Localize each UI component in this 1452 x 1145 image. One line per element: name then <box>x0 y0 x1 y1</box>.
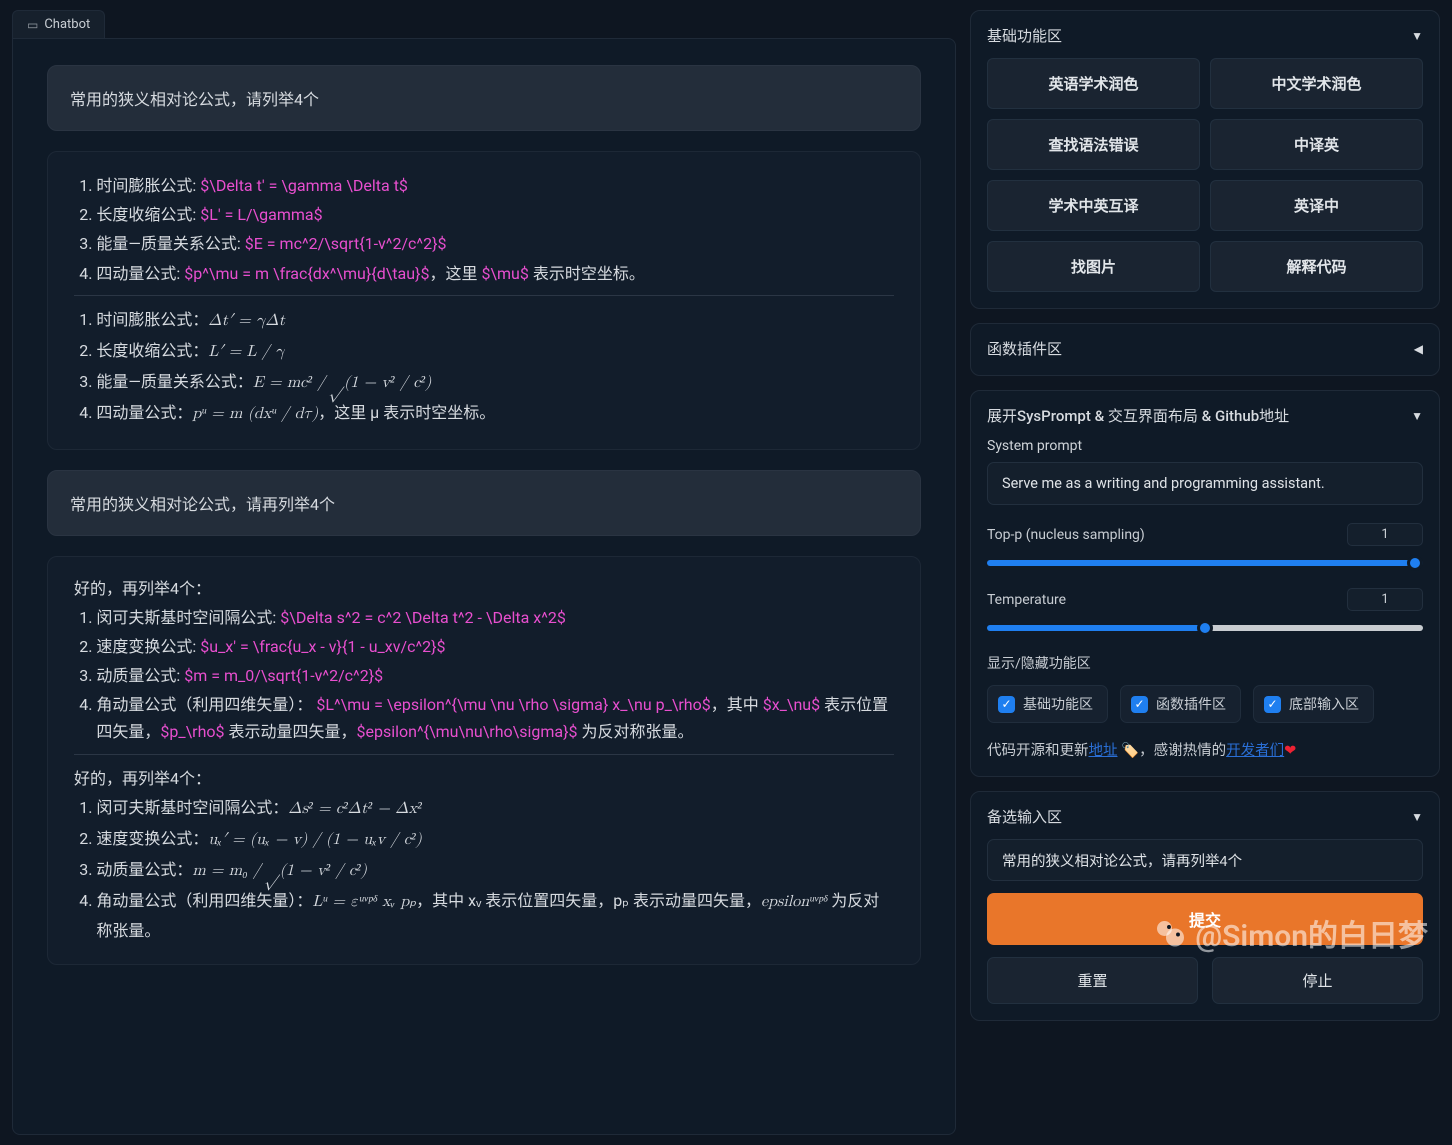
user-message: 常用的狭义相对论公式，请再列举4个 <box>47 470 921 536</box>
input-panel-header[interactable]: 备选输入区 ▼ <box>987 806 1423 827</box>
check-icon: ✓ <box>1264 696 1281 713</box>
visibility-checkbox-2[interactable]: ✓底部输入区 <box>1253 685 1374 723</box>
visibility-checkbox-1[interactable]: ✓函数插件区 <box>1120 685 1241 723</box>
stop-button[interactable]: 停止 <box>1212 957 1423 1004</box>
basic-button-6[interactable]: 找图片 <box>987 241 1200 292</box>
chat-icon: ▭ <box>27 18 38 32</box>
check-icon: ✓ <box>998 696 1015 713</box>
chevron-down-icon: ▼ <box>1411 409 1423 423</box>
basic-button-2[interactable]: 查找语法错误 <box>987 119 1200 170</box>
submit-button[interactable]: 提交 <box>987 893 1423 945</box>
devs-link[interactable]: 开发者们 <box>1226 742 1284 759</box>
plugin-panel-header[interactable]: 函数插件区 ◀ <box>987 338 1423 359</box>
basic-button-0[interactable]: 英语学术润色 <box>987 58 1200 109</box>
chevron-down-icon: ▼ <box>1411 810 1423 824</box>
panel-title: 基础功能区 <box>987 25 1062 46</box>
sys-panel-header[interactable]: 展开SysPrompt & 交互界面布局 & Github地址 ▼ <box>987 405 1423 426</box>
system-prompt-input[interactable]: Serve me as a writing and programming as… <box>987 462 1423 505</box>
input-panel: 备选输入区 ▼ 提交 重置 停止 <box>970 791 1440 1021</box>
footnote: 代码开源和更新地址 🏷️，感谢热情的开发者们❤ <box>987 739 1423 760</box>
temperature-slider[interactable] <box>987 625 1423 631</box>
visibility-label: 显示/隐藏功能区 <box>987 653 1423 673</box>
chatbot-tab[interactable]: ▭ Chatbot <box>12 10 105 38</box>
basic-panel: 基础功能区 ▼ 英语学术润色中文学术润色查找语法错误中译英学术中英互译英译中找图… <box>970 10 1440 309</box>
basic-button-3[interactable]: 中译英 <box>1210 119 1423 170</box>
top-p-value[interactable]: 1 <box>1347 523 1423 546</box>
panel-title: 函数插件区 <box>987 338 1062 359</box>
heart-icon: ❤ <box>1284 742 1296 759</box>
basic-button-5[interactable]: 英译中 <box>1210 180 1423 231</box>
user-message: 常用的狭义相对论公式，请列举4个 <box>47 65 921 131</box>
plugin-panel: 函数插件区 ◀ <box>970 323 1440 376</box>
sys-panel: 展开SysPrompt & 交互界面布局 & Github地址 ▼ System… <box>970 390 1440 777</box>
bot-message: 时间膨胀公式: $\Delta t' = \gamma \Delta t$ 长度… <box>47 151 921 450</box>
system-prompt-label: System prompt <box>987 438 1423 454</box>
panel-title: 展开SysPrompt & 交互界面布局 & Github地址 <box>987 405 1289 426</box>
temperature-value[interactable]: 1 <box>1347 588 1423 611</box>
check-icon: ✓ <box>1131 696 1148 713</box>
alt-input[interactable] <box>987 839 1423 881</box>
basic-button-4[interactable]: 学术中英互译 <box>987 180 1200 231</box>
panel-title: 备选输入区 <box>987 806 1062 827</box>
chevron-left-icon: ◀ <box>1414 342 1423 356</box>
basic-button-7[interactable]: 解释代码 <box>1210 241 1423 292</box>
chat-area: 常用的狭义相对论公式，请列举4个 时间膨胀公式: $\Delta t' = \g… <box>12 38 956 1135</box>
reset-button[interactable]: 重置 <box>987 957 1198 1004</box>
top-p-label: Top-p (nucleus sampling) <box>987 527 1145 543</box>
visibility-checkbox-0[interactable]: ✓基础功能区 <box>987 685 1108 723</box>
bot-message: 好的，再列举4个： 闵可夫斯基时空间隔公式: $\Delta s^2 = c^2… <box>47 556 921 965</box>
source-link[interactable]: 地址 <box>1089 742 1118 759</box>
top-p-slider[interactable] <box>987 560 1423 566</box>
divider <box>74 754 894 755</box>
tab-label: Chatbot <box>44 17 90 32</box>
divider <box>74 295 894 296</box>
basic-panel-header[interactable]: 基础功能区 ▼ <box>987 25 1423 46</box>
temperature-label: Temperature <box>987 592 1066 608</box>
chevron-down-icon: ▼ <box>1411 29 1423 43</box>
basic-button-1[interactable]: 中文学术润色 <box>1210 58 1423 109</box>
